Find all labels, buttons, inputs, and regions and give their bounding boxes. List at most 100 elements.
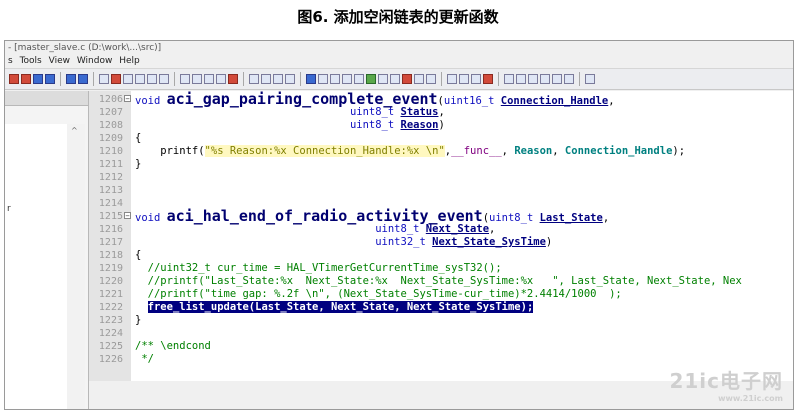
line-number: 1212: [98, 172, 123, 183]
toolbar-icon[interactable]: [378, 74, 388, 84]
toolbar-icon[interactable]: [306, 74, 316, 84]
menu-item-window[interactable]: Window: [77, 56, 113, 66]
toolbar-icon[interactable]: [552, 74, 562, 84]
line-number: 1206: [98, 94, 123, 105]
toolbar-icon[interactable]: [471, 74, 481, 84]
fold-toggle-icon[interactable]: −: [124, 95, 131, 103]
toolbar-blue-icon[interactable]: [33, 74, 43, 84]
code-text: free_list_update(Last_State, Next_State,…: [135, 301, 534, 314]
line-number: 1219: [98, 263, 123, 274]
menu-item-tools[interactable]: Tools: [20, 56, 42, 66]
toolbar-icon[interactable]: [285, 74, 295, 84]
code-text: }: [135, 158, 141, 171]
code-token: }: [135, 314, 142, 326]
line-number: 1218: [98, 250, 123, 261]
toolbar-icon[interactable]: [426, 74, 436, 84]
code-token: Reason: [514, 145, 553, 157]
toolbar-icon[interactable]: [192, 74, 202, 84]
toolbar-icon[interactable]: [402, 74, 412, 84]
toolbar-icon[interactable]: [228, 74, 238, 84]
code-line: 1221 //printf("time gap: %.2f \n", (Next…: [89, 288, 793, 301]
toolbar-icon[interactable]: [330, 74, 340, 84]
code-token: ,: [501, 145, 515, 157]
line-number: 1224: [98, 328, 123, 339]
code-editor[interactable]: 1206− void aci_gap_pairing_complete_event…: [89, 91, 793, 407]
left-panel: r ^: [5, 91, 89, 409]
code-line: 1217 uint32_t Next_State_SysTime): [89, 236, 793, 249]
toolbar-icon[interactable]: [180, 74, 190, 84]
ide-window: - [master_slave.c (D:\work\...\src)] s T…: [4, 40, 794, 410]
line-number: 1207: [98, 107, 123, 118]
toolbar-icon[interactable]: [540, 74, 550, 84]
fold-toggle-icon[interactable]: −: [124, 212, 131, 220]
code-text: uint8_t Reason): [135, 119, 445, 132]
toolbar-icon[interactable]: [261, 74, 271, 84]
code-text: uint8_t Status,: [135, 106, 445, 119]
toolbar-red-icon[interactable]: [21, 74, 31, 84]
scroll-up-icon[interactable]: ^: [71, 126, 78, 135]
toolbar-icon[interactable]: [354, 74, 364, 84]
code-token: }: [135, 158, 142, 170]
code-token: //uint32_t cur_time = HAL_VTimerGetCurre…: [135, 262, 502, 274]
toolbar-icon[interactable]: [216, 74, 226, 84]
code-token: uint8_t: [349, 106, 401, 118]
toolbar-icon[interactable]: [111, 74, 121, 84]
forward-arrow-icon[interactable]: [78, 74, 88, 84]
code-token: //printf("Last_State:%x Next_State:%x Ne…: [135, 275, 742, 287]
toolbar-separator: [174, 72, 175, 86]
code-token: Connection_Handle: [564, 145, 673, 157]
code-line: 1215− void aci_hal_end_of_radio_activity_…: [89, 209, 793, 225]
toolbar-separator: [93, 72, 94, 86]
code-token: */: [135, 353, 154, 365]
toolbar-icon[interactable]: [585, 74, 595, 84]
toolbar-icon[interactable]: [447, 74, 457, 84]
code-token: __func__: [451, 145, 502, 157]
menu-item-help[interactable]: Help: [119, 56, 140, 66]
code-text: //uint32_t cur_time = HAL_VTimerGetCurre…: [135, 262, 502, 275]
back-arrow-icon[interactable]: [66, 74, 76, 84]
menu-item-s[interactable]: s: [8, 56, 13, 66]
code-token: ,: [438, 106, 445, 118]
toolbar-blue-icon[interactable]: [45, 74, 55, 84]
watermark-logo: 21ic电子网 www.21ic.com: [669, 365, 783, 403]
code-line: 1206− void aci_gap_pairing_complete_event…: [89, 92, 793, 108]
toolbar-icon[interactable]: [135, 74, 145, 84]
line-number: 1213: [98, 185, 123, 196]
menu-item-view[interactable]: View: [49, 56, 70, 66]
left-scrollbar[interactable]: ^: [67, 124, 85, 409]
code-line: 1212: [89, 171, 793, 184]
toolbar-icon[interactable]: [273, 74, 283, 84]
line-number: 1221: [98, 289, 123, 300]
line-number: 1217: [98, 237, 123, 248]
toolbar-icon[interactable]: [99, 74, 109, 84]
toolbar-icon[interactable]: [390, 74, 400, 84]
toolbar-icon[interactable]: [459, 74, 469, 84]
line-number: 1209: [98, 133, 123, 144]
toolbar-icon[interactable]: [366, 74, 376, 84]
toolbar-red-icon[interactable]: [9, 74, 19, 84]
code-token: );: [672, 145, 686, 157]
code-text: printf("%s Reason:%x Connection_Handle:%…: [135, 145, 685, 158]
toolbar-icon[interactable]: [414, 74, 424, 84]
toolbar-icon[interactable]: [123, 74, 133, 84]
toolbar-icon[interactable]: [504, 74, 514, 84]
toolbar-icon[interactable]: [318, 74, 328, 84]
toolbar-icon[interactable]: [564, 74, 574, 84]
toolbar-icon[interactable]: [159, 74, 169, 84]
code-line: 1209 {: [89, 132, 793, 145]
toolbar-icon[interactable]: [528, 74, 538, 84]
toolbar-icon[interactable]: [147, 74, 157, 84]
toolbar-separator: [60, 72, 61, 86]
line-number: 1216: [98, 224, 123, 235]
symbol-list[interactable]: r: [5, 124, 68, 409]
code-token: uint8_t: [349, 119, 401, 131]
toolbar-icon[interactable]: [483, 74, 493, 84]
toolbar-icon[interactable]: [249, 74, 259, 84]
toolbar-icon[interactable]: [204, 74, 214, 84]
code-token: ,: [552, 145, 565, 157]
toolbar-icon[interactable]: [342, 74, 352, 84]
code-text: */: [135, 353, 154, 366]
code-text: //printf("Last_State:%x Next_State:%x Ne…: [135, 275, 742, 288]
toolbar-icon[interactable]: [516, 74, 526, 84]
line-number: 1225: [98, 341, 123, 352]
